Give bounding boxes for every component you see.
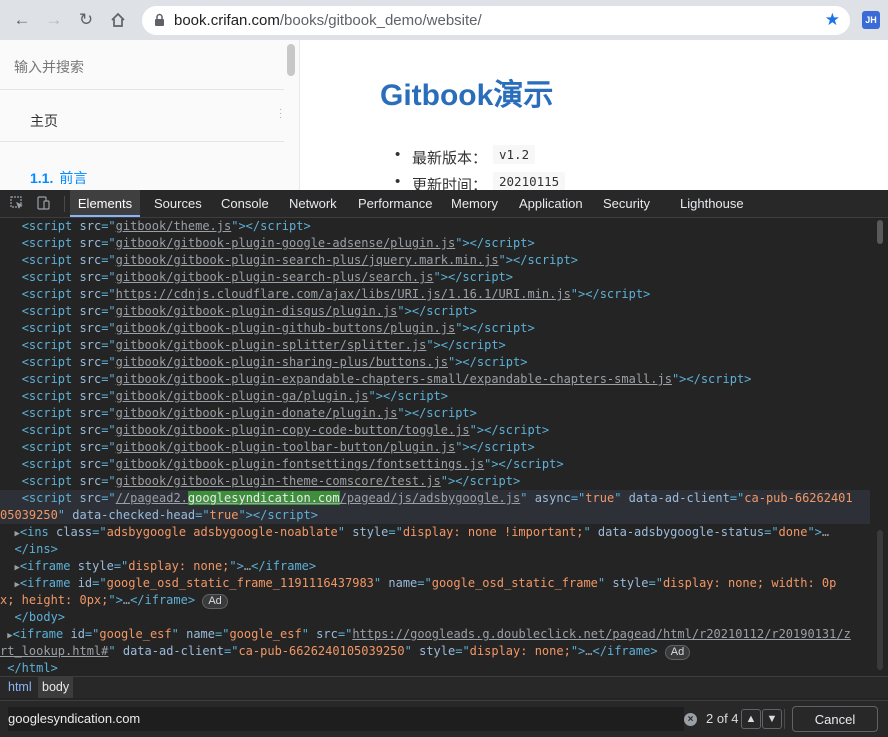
script-src-link[interactable]: gitbook/gitbook-plugin-toolbar-button/pl… xyxy=(116,440,456,454)
script-src-link[interactable]: gitbook/gitbook-plugin-search-plus/searc… xyxy=(116,270,434,284)
cancel-button[interactable]: Cancel xyxy=(792,706,878,732)
dom-node-ins-close[interactable]: </ins> xyxy=(0,541,870,558)
page-title: Gitbook演示 xyxy=(380,79,554,112)
script-src-link[interactable]: gitbook/gitbook-plugin-fontsettings/font… xyxy=(116,457,484,471)
dom-node-script[interactable]: <script src="gitbook/gitbook-plugin-goog… xyxy=(0,235,870,252)
dom-node-script[interactable]: <script src="gitbook/gitbook-plugin-sear… xyxy=(0,269,870,286)
lock-icon xyxy=(154,13,165,32)
dom-node-iframe-1[interactable]: ▶<iframe style="display: none;">…</ifram… xyxy=(0,558,870,575)
previous-match-button[interactable]: ▲ xyxy=(741,709,761,729)
dom-node-script[interactable]: <script src="gitbook/gitbook-plugin-spli… xyxy=(0,337,870,354)
dom-node-ads-script[interactable]: <script src="//pagead2.googlesyndication… xyxy=(0,490,870,507)
book-search-input[interactable]: 输入并搜索 xyxy=(0,40,284,90)
dom-node-iframe-2-cont[interactable]: x; height: 0px;">…</iframe> Ad xyxy=(0,592,870,609)
script-src-link[interactable]: gitbook/gitbook-plugin-theme-comscore/te… xyxy=(116,474,441,488)
scrollbar-thumb[interactable] xyxy=(877,220,883,244)
script-src-link[interactable]: gitbook/gitbook-plugin-ga/plugin.js xyxy=(116,389,369,403)
tab-elements[interactable]: Elements xyxy=(70,190,140,217)
dom-node-script[interactable]: <script src="gitbook/theme.js"></script> xyxy=(0,218,870,235)
script-src-link[interactable]: gitbook/gitbook-plugin-expandable-chapte… xyxy=(116,372,672,386)
dom-node-script[interactable]: <script src="gitbook/gitbook-plugin-disq… xyxy=(0,303,870,320)
dom-node-script[interactable]: <script src="gitbook/gitbook-plugin-sear… xyxy=(0,252,870,269)
script-src-link[interactable]: gitbook/gitbook-plugin-sharing-plus/butt… xyxy=(116,355,448,369)
inspect-element-icon[interactable] xyxy=(9,196,25,212)
dom-node-script[interactable]: <script src="gitbook/gitbook-plugin-them… xyxy=(0,473,870,490)
tab-memory[interactable]: Memory xyxy=(451,190,498,217)
back-icon[interactable]: ← xyxy=(10,8,34,32)
script-src-link[interactable]: gitbook/gitbook-plugin-github-buttons/pl… xyxy=(116,321,456,335)
dom-node-script[interactable]: <script src="gitbook/gitbook-plugin-font… xyxy=(0,456,870,473)
tab-lighthouse[interactable]: Lighthouse xyxy=(680,190,744,217)
find-input[interactable]: googlesyndication.com xyxy=(8,707,684,731)
dom-node-script[interactable]: <script src="gitbook/gitbook-plugin-shar… xyxy=(0,354,870,371)
dom-node-script[interactable]: <script src="gitbook/gitbook-plugin-copy… xyxy=(0,422,870,439)
dom-node-iframe-2[interactable]: ▶<iframe id="google_osd_static_frame_119… xyxy=(0,575,870,592)
find-bar: googlesyndication.com × 2 of 4 ▲ ▼ Cance… xyxy=(0,700,888,737)
script-src-link[interactable]: gitbook/gitbook-plugin-splitter/splitter… xyxy=(116,338,427,352)
script-src-link[interactable]: gitbook/gitbook-plugin-disqus/plugin.js xyxy=(116,304,398,318)
script-src-link[interactable]: gitbook/gitbook-plugin-donate/plugin.js xyxy=(116,406,398,420)
tab-sources[interactable]: Sources xyxy=(154,190,202,217)
script-src-link[interactable]: https://cdnjs.cloudflare.com/ajax/libs/U… xyxy=(116,287,571,301)
bookmark-star-icon[interactable]: ★ xyxy=(825,10,840,30)
dom-node-ins[interactable]: ▶<ins class="adsbygoogle adsbygoogle-noa… xyxy=(0,524,870,541)
find-match-count: 2 of 4 xyxy=(706,711,739,726)
ad-badge[interactable]: Ad xyxy=(664,645,691,660)
address-bar[interactable]: book.crifan.com/books/gitbook_demo/websi… xyxy=(142,6,850,35)
breadcrumb-body[interactable]: body xyxy=(38,677,74,698)
find-divider xyxy=(784,709,785,729)
tab-performance[interactable]: Performance xyxy=(358,190,432,217)
reload-icon[interactable]: ↻ xyxy=(74,8,98,32)
tab-application[interactable]: Application xyxy=(519,190,583,217)
elements-dom-tree[interactable]: <script src="gitbook/theme.js"></script>… xyxy=(0,218,870,674)
dom-node-script[interactable]: <script src="gitbook/gitbook-plugin-tool… xyxy=(0,439,870,456)
device-toolbar-icon[interactable] xyxy=(35,196,51,212)
toolbar-divider xyxy=(64,196,65,212)
search-match-highlight: googlesyndication.com xyxy=(187,491,340,505)
web-page: 输入并搜索 主页 · · · 1.1. 前言 Gitbook演示 • 最新版本： v1.2… xyxy=(0,40,888,190)
sidebar-item-home[interactable]: 主页 xyxy=(0,90,284,142)
home-icon[interactable] xyxy=(106,8,130,32)
splitter-grip-icon[interactable]: · · · xyxy=(279,105,283,123)
breadcrumb: html body xyxy=(0,676,888,698)
clear-search-icon[interactable]: × xyxy=(684,713,697,726)
devtools-panel: Elements Sources Console Network Perform… xyxy=(0,190,888,737)
forward-icon[interactable]: → xyxy=(42,8,66,32)
dom-node-script[interactable]: <script src="https://cdnjs.cloudflare.co… xyxy=(0,286,870,303)
url-text: book.crifan.com/books/gitbook_demo/websi… xyxy=(174,12,482,29)
tab-security[interactable]: Security xyxy=(603,190,650,217)
sidebar-scrollbar[interactable] xyxy=(287,44,295,76)
dom-node-script[interactable]: <script src="gitbook/gitbook-plugin-expa… xyxy=(0,371,870,388)
script-src-link[interactable]: gitbook/gitbook-plugin-google-adsense/pl… xyxy=(116,236,456,250)
dom-node-iframe-3-cont[interactable]: rt_lookup.html#" data-ad-client="ca-pub-… xyxy=(0,643,870,660)
devtools-tabbar: Elements Sources Console Network Perform… xyxy=(0,190,888,218)
script-src-link[interactable]: gitbook/gitbook-plugin-search-plus/jquer… xyxy=(116,253,499,267)
profile-avatar[interactable]: JH xyxy=(862,11,880,29)
dom-node-iframe-3[interactable]: ▶<iframe id="google_esf" name="google_es… xyxy=(0,626,870,643)
dom-node-script[interactable]: <script src="gitbook/gitbook-plugin-dona… xyxy=(0,405,870,422)
dom-node-script[interactable]: <script src="gitbook/gitbook-plugin-ga/p… xyxy=(0,388,870,405)
tab-network[interactable]: Network xyxy=(289,190,337,217)
browser-toolbar: ← → ↻ book.crifan.com/books/gitbook_demo… xyxy=(0,0,888,40)
dom-node-ads-script-cont[interactable]: 05039250" data-checked-head="true"></scr… xyxy=(0,507,870,524)
dom-node-script[interactable]: <script src="gitbook/gitbook-plugin-gith… xyxy=(0,320,870,337)
script-src-link[interactable]: gitbook/gitbook-plugin-copy-code-button/… xyxy=(116,423,470,437)
ad-badge[interactable]: Ad xyxy=(202,594,228,609)
scrollbar-track-segment xyxy=(877,530,883,670)
next-match-button[interactable]: ▼ xyxy=(762,709,782,729)
book-sidebar: 输入并搜索 主页 · · · 1.1. 前言 xyxy=(0,40,300,190)
dom-node-html-close[interactable]: </html> xyxy=(0,660,870,674)
book-content: Gitbook演示 • 最新版本： v1.2 • 更新时间： 20210115 xyxy=(300,40,888,190)
breadcrumb-html[interactable]: html xyxy=(4,677,36,698)
tab-console[interactable]: Console xyxy=(221,190,269,217)
dom-node-body-close[interactable]: </body> xyxy=(0,609,870,626)
sidebar-item-preface[interactable]: 1.1. 前言 xyxy=(30,168,87,188)
script-src-link[interactable]: gitbook/theme.js xyxy=(116,219,232,233)
